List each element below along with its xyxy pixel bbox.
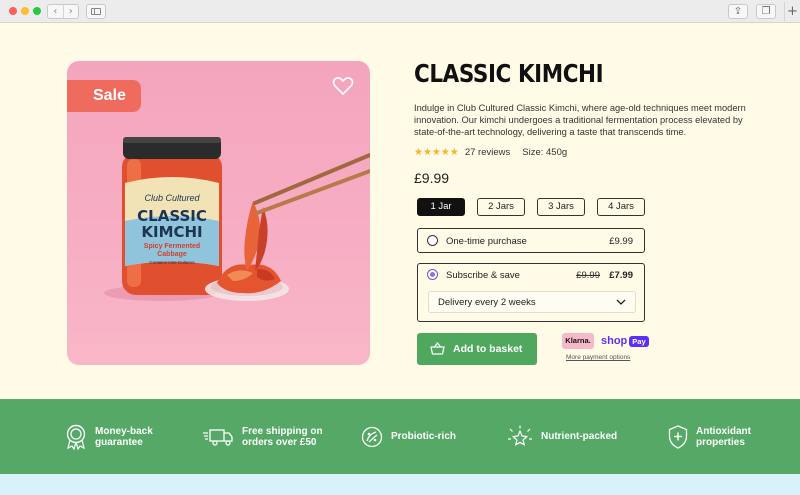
add-to-basket-button[interactable]: Add to basket bbox=[417, 333, 537, 365]
sidebar-icon bbox=[91, 8, 101, 15]
zoom-window-button[interactable] bbox=[33, 7, 41, 15]
feature-money-back: Money-back guarantee bbox=[65, 399, 153, 474]
tabs-icon[interactable]: ❐ bbox=[756, 4, 776, 19]
plus-icon[interactable]: + bbox=[784, 2, 800, 21]
subscribe-radio[interactable] bbox=[427, 269, 438, 280]
feature-probiotic-line1: Probiotic-rich bbox=[391, 431, 457, 442]
basket-icon bbox=[430, 342, 445, 355]
feature-money-back-line2: guarantee bbox=[95, 436, 143, 448]
quantity-option-3-jars[interactable]: 3 Jars bbox=[537, 198, 585, 216]
jar-subtitle-2: Cabbage bbox=[157, 251, 187, 258]
product-price: £9.99 bbox=[414, 170, 450, 186]
feature-free-shipping-line2: orders over £50 bbox=[242, 436, 317, 448]
browser-toolbar: ‹ › ⇪ ❐ + bbox=[0, 0, 800, 23]
feature-free-shipping: Free shipping on orders over £50 bbox=[202, 399, 323, 474]
delivery-frequency-value: Delivery every 2 weeks bbox=[438, 297, 536, 308]
chevron-right-icon[interactable]: › bbox=[62, 5, 79, 18]
subscribe-label: Subscribe & save bbox=[446, 270, 520, 281]
share-icon[interactable]: ⇪ bbox=[728, 4, 748, 19]
sidebar-toggle-button[interactable] bbox=[86, 4, 106, 19]
feature-nutrient-packed-line1: Nutrient-packed bbox=[541, 431, 618, 442]
shield-plus-icon bbox=[668, 424, 688, 449]
feature-nutrient-packed: Nutrient-packed bbox=[507, 399, 617, 474]
subscribe-save-option[interactable]: Subscribe & save £9.99 £7.99 Delivery ev… bbox=[417, 263, 645, 322]
sale-badge: Sale bbox=[67, 80, 141, 112]
shop-pay-badge: Pay bbox=[629, 335, 649, 347]
feature-money-back-line1: Money-back bbox=[95, 425, 153, 437]
rating-row: ★★★★★ 27 reviews Size: 450g bbox=[414, 146, 567, 158]
shop-pay-button[interactable]: shop Pay bbox=[601, 334, 649, 348]
money-back-badge-icon bbox=[66, 424, 86, 450]
one-time-purchase-option[interactable]: One-time purchase £9.99 bbox=[417, 228, 645, 253]
delivery-frequency-select[interactable]: Delivery every 2 weeks bbox=[428, 291, 636, 313]
reviews-link[interactable]: 27 reviews bbox=[465, 147, 510, 158]
one-time-radio[interactable] bbox=[427, 235, 438, 246]
feature-antioxidant-line2: properties bbox=[696, 436, 745, 448]
product-description: Indulge in Club Cultured Classic Kimchi,… bbox=[414, 103, 746, 137]
more-payment-options-link[interactable]: More payment options bbox=[566, 354, 630, 361]
feature-antioxidant-line1: Antioxidant bbox=[696, 425, 751, 437]
feature-probiotic: Probiotic-rich bbox=[361, 399, 456, 474]
add-to-basket-label: Add to basket bbox=[453, 343, 523, 355]
jar-subtitle-1: Spicy Fermented bbox=[144, 243, 200, 250]
chevron-down-icon bbox=[616, 299, 626, 305]
probiotic-icon bbox=[361, 426, 383, 447]
klarna-button[interactable]: Klarna. bbox=[562, 333, 594, 349]
delivery-truck-icon bbox=[203, 428, 233, 446]
features-band: Money-back guarantee Free shipping on or… bbox=[0, 399, 800, 474]
jar-title-2: KIMCHI bbox=[141, 223, 202, 241]
quantity-option-2-jars[interactable]: 2 Jars bbox=[477, 198, 525, 216]
footer-strip bbox=[0, 474, 800, 495]
chevron-left-icon[interactable]: ‹ bbox=[48, 5, 63, 18]
product-image: Club Cultured CLASSIC KIMCHI Spicy Ferme… bbox=[67, 61, 370, 365]
star-rating: ★★★★★ bbox=[414, 146, 459, 158]
heart-icon[interactable] bbox=[331, 74, 355, 98]
jar-tagline: Contains Live Cultures bbox=[149, 260, 195, 265]
quantity-option-1-jar[interactable]: 1 Jar bbox=[417, 198, 465, 216]
subscribe-old-price: £9.99 bbox=[576, 270, 600, 281]
jar-brand-text: Club Cultured bbox=[144, 193, 200, 203]
product-size: Size: 450g bbox=[522, 146, 568, 158]
feature-antioxidant: Antioxidant properties bbox=[668, 399, 751, 474]
close-window-button[interactable] bbox=[9, 7, 17, 15]
quantity-option-4-jars[interactable]: 4 Jars bbox=[597, 198, 645, 216]
feature-free-shipping-line1: Free shipping on bbox=[242, 425, 323, 437]
minimize-window-button[interactable] bbox=[21, 7, 29, 15]
one-time-label: One-time purchase bbox=[446, 236, 527, 247]
product-title: CLASSIC KIMCHI bbox=[414, 59, 604, 88]
shop-pay-text: shop bbox=[601, 335, 628, 347]
subscribe-price: £7.99 bbox=[609, 270, 633, 281]
one-time-price: £9.99 bbox=[609, 236, 633, 247]
history-nav: ‹ › bbox=[47, 4, 79, 19]
sparkle-star-icon bbox=[508, 425, 532, 446]
